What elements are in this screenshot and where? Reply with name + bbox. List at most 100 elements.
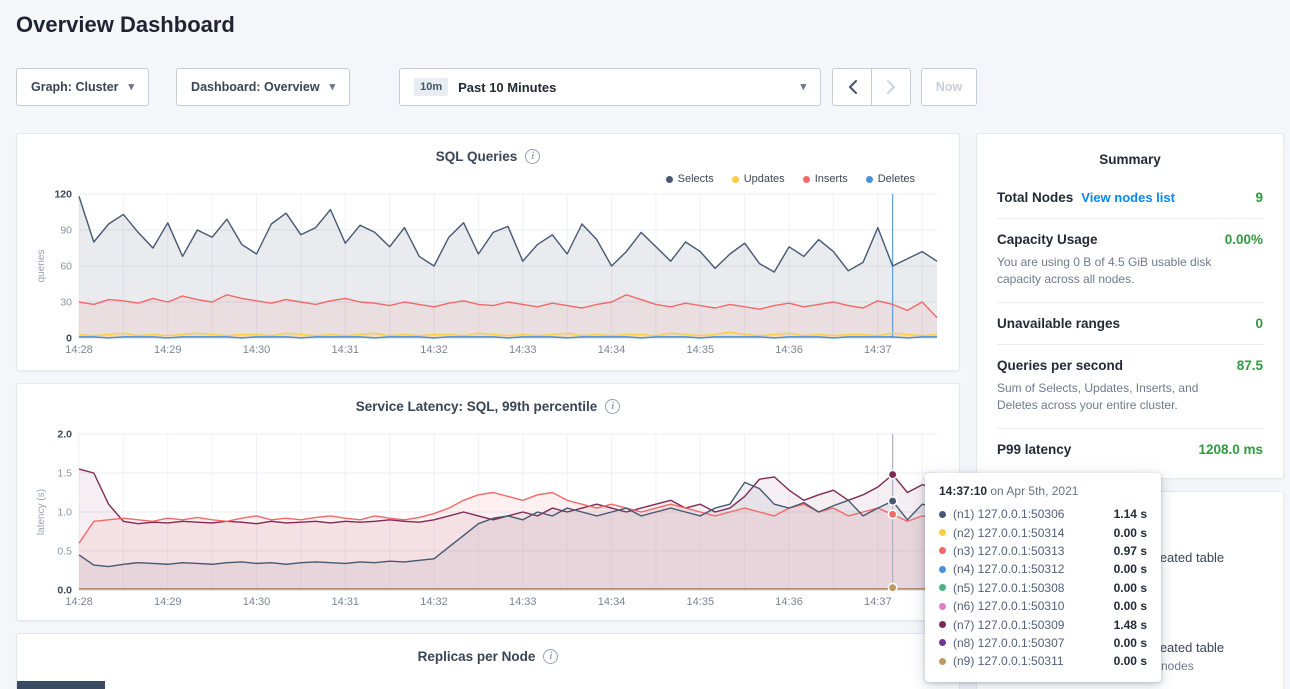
chevron-right-icon — [887, 80, 896, 94]
charts-column: SQL Queries i Selects Updates Inserts — [16, 133, 960, 689]
tooltip-node-label: (n5) 127.0.0.1:50308 — [953, 581, 1064, 595]
tooltip-row: (n4) 127.0.0.1:50312 0.00 s — [939, 560, 1147, 578]
sql-queries-chart[interactable]: 030609012014:2814:2914:3014:3114:3214:33… — [33, 188, 945, 360]
svg-text:14:29: 14:29 — [154, 596, 182, 608]
series-color-dot — [939, 511, 946, 518]
series-color-dot — [939, 529, 946, 536]
page-title: Overview Dashboard — [16, 12, 235, 38]
tooltip-node-label: (n6) 127.0.0.1:50310 — [953, 599, 1064, 613]
summary-value: 0.00% — [1225, 232, 1263, 247]
replicas-per-node-chart-card: Replicas per Node i — [16, 633, 960, 689]
svg-text:0.0: 0.0 — [57, 585, 72, 597]
tooltip-row: (n8) 127.0.0.1:50307 0.00 s — [939, 634, 1147, 652]
summary-description: You are using 0 B of 4.5 GiB usable disk… — [997, 254, 1237, 289]
time-next-button[interactable] — [871, 68, 911, 106]
summary-row-queries-per-second: Queries per second 87.5 Sum of Selects, … — [997, 344, 1263, 428]
dashboard-selector-label: Dashboard: Overview — [191, 80, 320, 94]
svg-text:queries: queries — [36, 250, 47, 283]
tooltip-node-label: (n8) 127.0.0.1:50307 — [953, 636, 1064, 650]
chart-legend: Selects Updates Inserts Deletes — [33, 170, 915, 188]
svg-text:14:31: 14:31 — [332, 596, 360, 608]
svg-text:14:33: 14:33 — [509, 596, 537, 608]
sql-queries-chart-card: SQL Queries i Selects Updates Inserts — [16, 133, 960, 371]
tooltip-node-value: 1.48 s — [1114, 618, 1147, 632]
tooltip-node-value: 0.00 s — [1114, 526, 1147, 540]
time-step-buttons — [832, 68, 911, 106]
info-icon[interactable]: i — [525, 149, 540, 164]
tooltip-node-label: (n9) 127.0.0.1:50311 — [953, 654, 1064, 668]
series-color-dot — [939, 658, 946, 665]
tooltip-node-value: 1.14 s — [1114, 507, 1147, 521]
tooltip-row: (n7) 127.0.0.1:50309 1.48 s — [939, 615, 1147, 633]
legend-item-updates[interactable]: Updates — [732, 173, 785, 185]
info-icon[interactable]: i — [543, 649, 558, 664]
legend-color-dot — [866, 176, 873, 183]
svg-text:14:30: 14:30 — [243, 344, 271, 356]
service-latency-chart[interactable]: 0.00.51.01.52.014:2814:2914:3014:3114:32… — [33, 426, 945, 614]
summary-title: Summary — [997, 140, 1263, 177]
chart-title: Service Latency: SQL, 99th percentile — [356, 399, 598, 414]
view-nodes-list-link[interactable]: View nodes list — [1081, 190, 1175, 205]
svg-text:14:31: 14:31 — [332, 344, 360, 356]
tooltip-node-label: (n2) 127.0.0.1:50314 — [953, 526, 1064, 540]
svg-text:14:28: 14:28 — [65, 344, 93, 356]
tooltip-node-label: (n3) 127.0.0.1:50313 — [953, 544, 1064, 558]
time-controls: 10m Past 10 Minutes ▾ Now — [399, 68, 977, 106]
legend-label: Deletes — [878, 173, 915, 185]
chevron-down-icon: ▾ — [801, 82, 807, 93]
svg-text:14:29: 14:29 — [154, 344, 182, 356]
legend-label: Selects — [678, 173, 714, 185]
tooltip-row: (n9) 127.0.0.1:50311 0.00 s — [939, 652, 1147, 670]
chevron-down-icon: ▾ — [330, 82, 336, 93]
summary-value: 9 — [1255, 190, 1263, 205]
tooltip-node-label: (n4) 127.0.0.1:50312 — [953, 562, 1064, 576]
series-color-dot — [939, 603, 946, 610]
svg-text:14:33: 14:33 — [509, 344, 537, 356]
tooltip-timestamp: 14:37:10 on Apr 5th, 2021 — [939, 484, 1147, 498]
summary-label: Capacity Usage — [997, 232, 1098, 247]
time-prev-button[interactable] — [832, 68, 872, 106]
summary-value: 1208.0 ms — [1198, 442, 1263, 457]
svg-text:14:35: 14:35 — [687, 344, 715, 356]
legend-item-inserts[interactable]: Inserts — [803, 173, 848, 185]
chevron-down-icon: ▾ — [129, 82, 135, 93]
svg-text:14:28: 14:28 — [65, 596, 93, 608]
svg-text:0: 0 — [66, 333, 72, 345]
series-color-dot — [939, 584, 946, 591]
svg-text:1.5: 1.5 — [57, 468, 72, 480]
summary-label: Unavailable ranges — [997, 316, 1120, 331]
chart-title: SQL Queries — [436, 149, 518, 164]
svg-text:14:30: 14:30 — [243, 596, 271, 608]
now-button[interactable]: Now — [921, 68, 977, 106]
time-range-label: Past 10 Minutes — [458, 80, 556, 95]
info-icon[interactable]: i — [605, 399, 620, 414]
svg-text:latency (s): latency (s) — [36, 489, 47, 535]
graph-selector-dropdown[interactable]: Graph: Cluster ▾ — [16, 68, 149, 106]
legend-item-deletes[interactable]: Deletes — [866, 173, 915, 185]
time-range-dropdown[interactable]: 10m Past 10 Minutes ▾ — [399, 68, 821, 106]
legend-item-selects[interactable]: Selects — [666, 173, 714, 185]
chevron-left-icon — [848, 80, 857, 94]
tooltip-node-value: 0.00 s — [1114, 636, 1147, 650]
tooltip-row: (n2) 127.0.0.1:50314 0.00 s — [939, 523, 1147, 541]
summary-row-unavailable-ranges: Unavailable ranges 0 — [997, 302, 1263, 344]
tooltip-node-label: (n7) 127.0.0.1:50309 — [953, 618, 1064, 632]
chart-hover-tooltip: 14:37:10 on Apr 5th, 2021 (n1) 127.0.0.1… — [925, 473, 1161, 682]
tooltip-node-value: 0.00 s — [1114, 581, 1147, 595]
svg-text:14:36: 14:36 — [775, 596, 803, 608]
svg-text:14:36: 14:36 — [775, 344, 803, 356]
svg-text:14:37: 14:37 — [864, 596, 892, 608]
tooltip-node-value: 0.00 s — [1114, 654, 1147, 668]
svg-text:14:34: 14:34 — [598, 596, 626, 608]
legend-label: Updates — [744, 173, 785, 185]
summary-value: 0 — [1255, 316, 1263, 331]
chart-title: Replicas per Node — [418, 649, 536, 664]
controls-bar: Graph: Cluster ▾ Dashboard: Overview ▾ 1… — [16, 68, 977, 106]
dashboard-selector-dropdown[interactable]: Dashboard: Overview ▾ — [176, 68, 350, 106]
tooltip-node-value: 0.97 s — [1114, 544, 1147, 558]
svg-text:14:34: 14:34 — [598, 344, 626, 356]
legend-color-dot — [666, 176, 673, 183]
legend-color-dot — [732, 176, 739, 183]
summary-row-total-nodes: Total Nodes View nodes list 9 — [997, 177, 1263, 218]
overview-dashboard-page: Overview Dashboard Graph: Cluster ▾ Dash… — [0, 0, 1290, 689]
